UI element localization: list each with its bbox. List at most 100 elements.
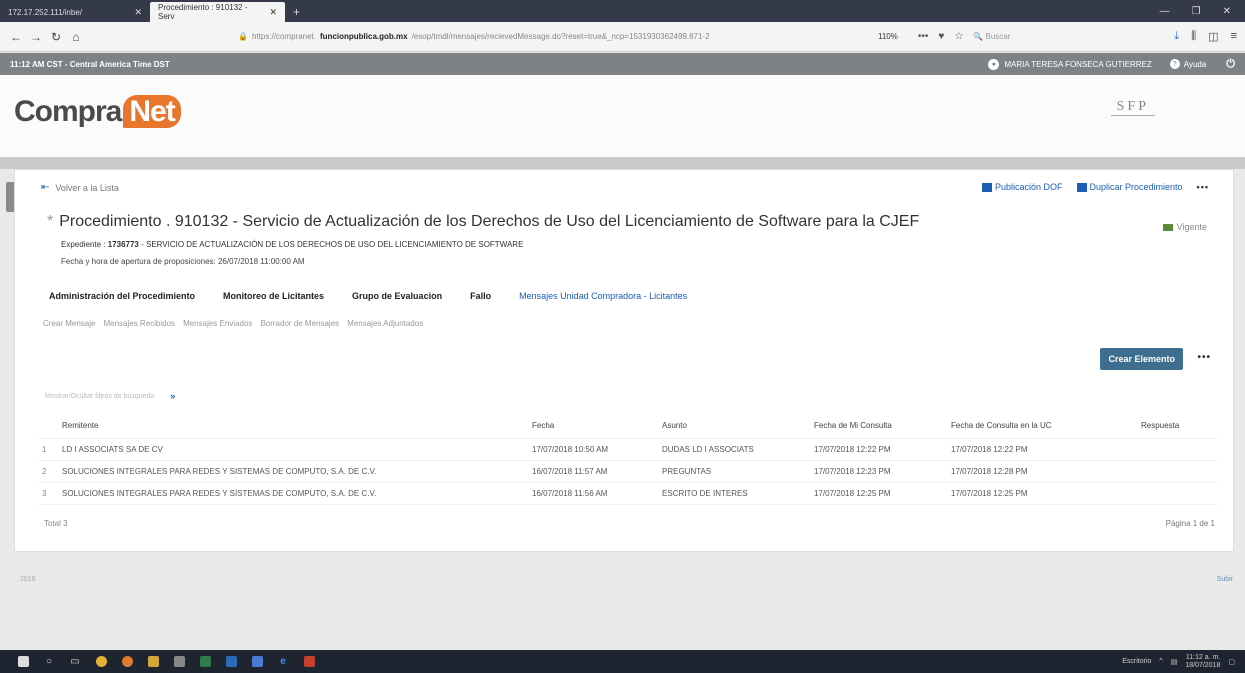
address-bar[interactable]: 🔒 https://compranet. funcionpublica.gob.m… [238,27,858,47]
total-count: Total 3 [44,519,68,528]
expediente-number: 1736773 [107,240,139,249]
subtab-borrador[interactable]: Borrador de Mensajes [260,319,339,328]
table-row[interactable]: 3 SOLUCIONES INTEGRALES PARA REDES Y SIS… [38,482,1218,505]
compranet-logo[interactable]: Compra Net [14,95,181,129]
tab-monitoreo[interactable]: Monitoreo de Licitantes [223,291,324,301]
browser-nav-bar: ← → ↻ ⌂ 🔒 https://compranet. funcionpubli… [0,22,1245,52]
required-marker-icon: * [47,213,54,230]
help-menu[interactable]: ? Ayuda [1169,59,1206,69]
window-close-icon[interactable]: ✕ [1223,6,1231,17]
menu-icon[interactable]: ≡ [1231,30,1237,43]
bookmark-star-icon[interactable]: ☆ [954,31,963,42]
library-icon[interactable]: ⫼ [1191,30,1196,43]
create-element-button[interactable]: Crear Elemento [1100,348,1183,370]
subtab-crear-mensaje[interactable]: Crear Mensaje [43,319,95,328]
tray-arrow-icon[interactable]: ^ [1159,658,1162,665]
clock[interactable]: 11:12 a. m. 18/07/2018 [1185,654,1220,670]
more-options-icon[interactable]: ••• [1197,352,1211,363]
cell-remitente[interactable]: SOLUCIONES INTEGRALES PARA REDES Y SISTE… [62,460,532,483]
pocket-icon[interactable]: ♥ [938,31,944,42]
notifications-icon[interactable]: ▢ [1228,658,1235,666]
download-icon[interactable]: ⤓ [1174,30,1179,43]
scroll-top-link[interactable]: Subir [1217,576,1233,583]
cell-remitente[interactable]: LD I ASSOCIATS SA DE CV [62,438,532,461]
status-flag-icon [1162,223,1173,231]
url-host: funcionpublica.gob.mx [320,32,408,41]
browser-tab-1[interactable]: 172.17.252.111/inbe/ ✕ [0,2,150,22]
close-icon[interactable]: ✕ [269,7,277,18]
outlook-icon[interactable] [218,654,244,670]
cell-asunto[interactable]: DUDAS LD I ASSOCIATS [662,438,814,461]
cell-asunto[interactable]: PREGUNTAS [662,460,814,483]
browser-tab-2[interactable]: Procedimiento : 910132 - Serv ✕ [150,2,285,22]
app-icon[interactable] [244,654,270,670]
cell-remitente[interactable]: SOLUCIONES INTEGRALES PARA REDES Y SISTE… [62,482,532,505]
internet-explorer-icon[interactable]: e [270,654,296,670]
home-icon[interactable]: ⌂ [68,30,84,44]
system-tray: Escritorio ^ ▤ 11:12 a. m. 18/07/2018 ▢ [1122,654,1235,670]
explorer-icon[interactable] [140,654,166,670]
more-actions-icon[interactable]: ••• [918,31,929,42]
forward-icon[interactable]: → [28,30,44,44]
link-icon [981,183,992,193]
header-consulta-uc[interactable]: Fecha de Consulta en la UC [951,417,1141,439]
procedure-actions: Publicación DOF Duplicar Procedimiento •… [981,182,1209,193]
logo-text: Compra [14,95,122,128]
message-sub-tabs: Crear Mensaje Mensajes Recibidos Mensaje… [43,319,423,328]
duplicate-procedure-link[interactable]: Duplicar Procedimiento [1076,182,1183,193]
filter-toggle[interactable]: Mostrar/Ocultar filtros de búsqueda » [45,391,175,401]
tab-mensajes[interactable]: Mensajes Unidad Compradora - Licitantes [519,291,687,301]
pdf-icon[interactable] [166,654,192,670]
network-icon[interactable]: ▤ [1171,658,1178,666]
powerpoint-icon[interactable] [296,654,322,670]
sfp-logo: SFP [1110,99,1155,116]
subtab-adjuntados[interactable]: Mensajes Adjuntados [347,319,423,328]
task-view-icon[interactable]: ▭ [62,654,88,670]
header-respuesta[interactable]: Respuesta [1141,417,1218,439]
publication-dof-link[interactable]: Publicación DOF [981,182,1063,193]
windows-start-icon[interactable] [10,654,36,670]
back-label: Volver a la Lista [55,182,119,193]
logout-icon[interactable]: ⏻ [1226,58,1235,71]
excel-icon[interactable] [192,654,218,670]
tab-grupo-evaluacion[interactable]: Grupo de Evaluacion [352,291,442,301]
messages-table: Remitente Fecha Asunto Fecha de Mi Consu… [38,417,1218,505]
zoom-level[interactable]: 110% [878,32,898,41]
tab-fallo[interactable]: Fallo [470,291,491,301]
back-icon[interactable]: ← [8,30,24,44]
header-remitente[interactable]: Remitente [62,417,532,439]
table-row[interactable]: 1 LD I ASSOCIATS SA DE CV 17/07/2018 10:… [38,438,1218,461]
title-text: Procedimiento . 910132 - Servicio de Act… [59,213,920,230]
cell-fecha: 17/07/2018 10:50 AM [532,438,662,461]
browser-tab-title: Procedimiento : 910132 - Serv [158,3,248,21]
header-asunto[interactable]: Asunto [662,417,814,439]
search-icon[interactable]: ○ [36,654,62,670]
cell-mi-consulta: 17/07/2018 12:22 PM [814,438,951,461]
minimize-icon[interactable]: — [1160,6,1170,17]
table-header-row: Remitente Fecha Asunto Fecha de Mi Consu… [38,417,1218,439]
sidebar-icon[interactable]: ◫ [1208,30,1218,43]
tab-administracion[interactable]: Administración del Procedimiento [49,291,195,301]
header-mi-consulta[interactable]: Fecha de Mi Consulta [814,417,951,439]
maximize-icon[interactable]: ❐ [1192,6,1201,17]
chrome-icon[interactable] [88,654,114,670]
user-name: MARIA TERESA FONSECA GUTIERREZ [1004,59,1152,69]
cell-asunto[interactable]: ESCRITO DE INTERES [662,482,814,505]
desktop-label[interactable]: Escritorio [1122,658,1151,665]
new-tab-icon[interactable]: + [285,2,308,22]
firefox-icon[interactable] [114,654,140,670]
cell-consulta-uc: 17/07/2018 12:22 PM [951,438,1141,461]
header-fecha[interactable]: Fecha [532,417,662,439]
user-menu[interactable]: ● MARIA TERESA FONSECA GUTIERREZ [988,58,1152,70]
back-to-list-link[interactable]: ⇤ Volver a la Lista [41,182,119,193]
reload-icon[interactable]: ↻ [48,30,64,44]
chevron-down-icon: » [170,391,176,401]
subtab-mensajes-recibidos[interactable]: Mensajes Recibidos [103,319,175,328]
subtab-mensajes-enviados[interactable]: Mensajes Enviados [183,319,252,328]
browser-search-input[interactable]: 🔍 Buscar [973,32,1113,41]
close-icon[interactable]: ✕ [134,7,142,18]
os-taskbar: ○ ▭ e Escritorio ^ ▤ 11:12 a. m. 18/07/2… [0,650,1245,673]
user-icon: ● [988,58,1000,70]
more-options-icon[interactable]: ••• [1197,182,1209,192]
table-row[interactable]: 2 SOLUCIONES INTEGRALES PARA REDES Y SIS… [38,460,1218,483]
